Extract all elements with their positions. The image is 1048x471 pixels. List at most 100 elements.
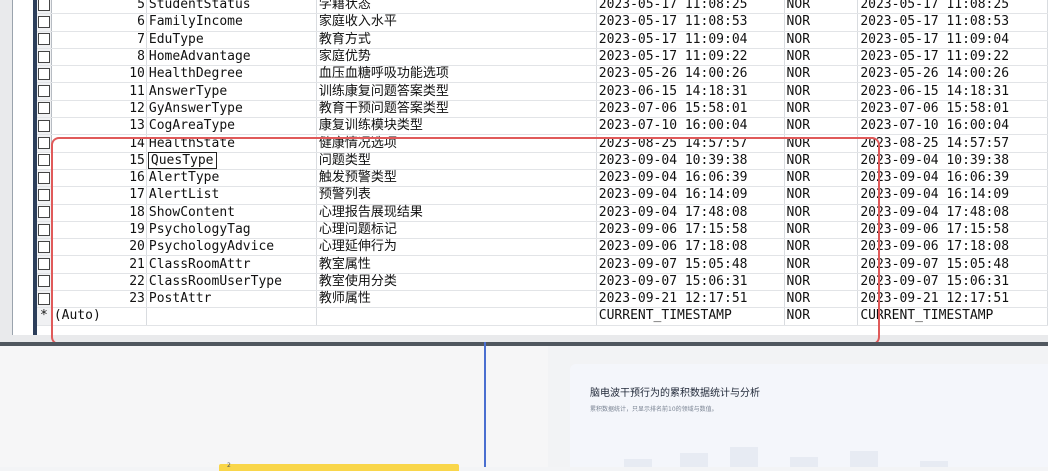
checkbox-icon[interactable] [37,67,50,80]
checkbox-icon[interactable] [37,171,50,184]
checkbox-icon[interactable] [37,85,50,98]
checkbox-icon[interactable] [37,240,50,253]
cell-status[interactable]: NOR [784,13,859,32]
cell-name[interactable]: HomeAdvantage [146,48,317,67]
checkbox-icon[interactable] [37,102,50,115]
cell-description[interactable]: 教育方式 [316,31,597,49]
row-select-checkbox[interactable] [37,204,52,222]
checkbox-icon[interactable] [37,223,50,236]
checkbox-icon[interactable] [37,15,50,28]
cell-updated-time[interactable]: 2023-07-10 16:00:04 [857,117,1048,136]
checkbox-icon[interactable] [37,119,50,132]
cell-description[interactable]: 家庭优势 [316,48,597,67]
cell-updated-time[interactable]: 2023-09-21 12:17:51 [857,290,1048,309]
cell-description[interactable]: 训练康复问题答案类型 [316,82,597,101]
cell-name[interactable]: AnswerType [146,82,317,101]
cell-name[interactable]: StudentStatus [146,0,317,15]
table-row[interactable]: 7 EduType 教育方式 2023-05-17 11:09:04 NOR 2023-0… [37,31,1048,49]
cell-updated-time[interactable]: 2023-05-17 11:09:22 [857,48,1048,67]
checkbox-icon[interactable] [37,188,50,201]
cell-updated-time[interactable]: 2023-09-04 16:06:39 [857,169,1048,188]
cell-updated-time[interactable]: 2023-05-17 11:08:53 [857,13,1048,32]
cell-updated-time[interactable]: 2023-05-17 11:09:04 [857,31,1048,49]
cell-name[interactable]: EduType [146,31,317,49]
cell-updated-time[interactable]: 2023-09-06 17:18:08 [857,238,1048,257]
cell-description[interactable]: 康复训练模块类型 [316,117,597,136]
cell-id[interactable]: 6 [51,13,147,32]
cell-description[interactable]: 教育干预问题答案类型 [316,100,597,119]
cell-created-time[interactable]: 2023-05-17 11:09:22 [596,48,785,67]
table-row[interactable]: 6 FamilyIncome 家庭收入水平 2023-05-17 11:08:53 NO… [37,13,1048,32]
cell-status[interactable]: NOR [784,48,859,67]
cell-updated-time[interactable]: 2023-05-26 14:00:26 [857,65,1048,84]
row-select-checkbox[interactable] [37,169,52,188]
row-select-checkbox[interactable] [37,48,52,67]
row-select-checkbox[interactable] [37,238,52,257]
row-select-checkbox[interactable] [37,13,52,32]
cell-created-time[interactable]: 2023-05-17 11:09:04 [596,31,785,49]
row-select-checkbox[interactable] [37,186,52,205]
row-select-checkbox[interactable] [37,255,52,274]
cell-id[interactable]: 10 [51,65,147,84]
cell-name[interactable]: CogAreaType [146,117,317,136]
cell-id[interactable]: 7 [51,31,147,49]
cell-created-time[interactable]: 2023-05-17 11:08:53 [596,13,785,32]
cell-updated-time[interactable]: 2023-09-04 10:39:38 [857,152,1048,170]
cell-created-time[interactable]: 2023-05-26 14:00:26 [596,65,785,84]
cell-status[interactable]: NOR [784,31,859,49]
cell-status[interactable]: NOR [784,65,859,84]
cell-updated-time[interactable]: CURRENT_TIMESTAMP [857,307,1048,326]
cell-updated-time[interactable]: 2023-08-25 14:57:57 [857,134,1048,153]
cell-status[interactable]: NOR [784,100,859,119]
row-select-checkbox[interactable] [37,221,52,240]
cell-updated-time[interactable]: 2023-06-15 14:18:31 [857,82,1048,101]
table-row[interactable]: 10 HealthDegree 血压血糖呼吸功能选项 2023-05-26 14:00… [37,65,1048,84]
cell-status[interactable]: NOR [784,0,859,15]
cell-created-time[interactable]: 2023-07-10 16:00:04 [596,117,785,136]
checkbox-icon[interactable] [37,33,50,46]
checkbox-icon[interactable] [37,292,50,305]
cell-id[interactable]: 12 [51,100,147,119]
cell-id[interactable]: 13 [51,117,147,136]
cell-status[interactable]: NOR [784,117,859,136]
checkbox-icon[interactable] [37,275,50,288]
row-select-checkbox[interactable] [37,117,52,136]
cell-updated-time[interactable]: 2023-09-07 15:05:48 [857,255,1048,274]
table-row[interactable]: 5 StudentStatus 学籍状态 2023-05-17 11:08:25 NOR… [37,0,1048,15]
cell-id[interactable]: 8 [51,48,147,67]
cell-created-time[interactable]: 2023-07-06 15:58:01 [596,100,785,119]
row-select-checkbox[interactable] [37,273,52,292]
row-select-checkbox[interactable] [37,31,52,49]
cell-status[interactable]: NOR [784,82,859,101]
checkbox-icon[interactable] [37,154,50,167]
cell-updated-time[interactable]: 2023-09-04 16:14:09 [857,186,1048,205]
row-select-checkbox[interactable] [37,0,52,15]
row-select-checkbox[interactable] [37,152,52,170]
checkbox-icon[interactable] [37,258,50,271]
cell-created-time[interactable]: 2023-05-17 11:08:25 [596,0,785,15]
yellow-tag[interactable]: 2 [219,462,459,471]
cell-name[interactable]: HealthDegree [146,65,317,84]
cell-updated-time[interactable]: 2023-09-06 17:15:58 [857,221,1048,240]
table-row[interactable]: 11 AnswerType 训练康复问题答案类型 2023-06-15 14:18:3… [37,82,1048,101]
cell-updated-time[interactable]: 2023-07-06 15:58:01 [857,100,1048,119]
cell-description[interactable]: 家庭收入水平 [316,13,597,32]
cell-name[interactable]: FamilyIncome [146,13,317,32]
row-select-checkbox[interactable] [37,100,52,119]
cell-id[interactable]: 11 [51,82,147,101]
checkbox-icon[interactable] [37,50,50,63]
checkbox-icon[interactable] [37,0,50,11]
row-select-checkbox[interactable] [37,65,52,84]
table-row[interactable]: 12 GyAnswerType 教育干预问题答案类型 2023-07-06 15:58… [37,100,1048,119]
cell-updated-time[interactable]: 2023-05-17 11:08:25 [857,0,1048,15]
cell-id[interactable]: 5 [51,0,147,15]
cell-description[interactable]: 血压血糖呼吸功能选项 [316,65,597,84]
checkbox-icon[interactable] [37,206,50,219]
table-row[interactable]: 13 CogAreaType 康复训练模块类型 2023-07-10 16:00:04… [37,117,1048,136]
cell-name[interactable]: GyAnswerType [146,100,317,119]
row-select-checkbox[interactable] [37,290,52,309]
cell-created-time[interactable]: 2023-06-15 14:18:31 [596,82,785,101]
cell-description[interactable]: 学籍状态 [316,0,597,15]
cell-updated-time[interactable]: 2023-09-04 17:48:08 [857,204,1048,222]
row-select-checkbox[interactable] [37,82,52,101]
